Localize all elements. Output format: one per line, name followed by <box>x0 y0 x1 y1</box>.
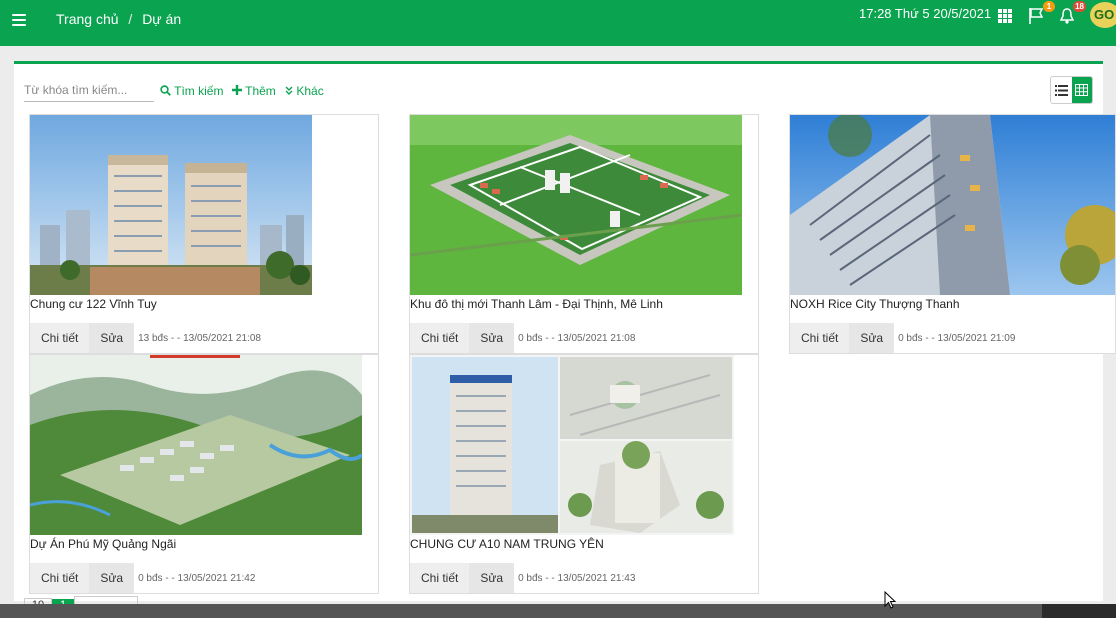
project-image <box>410 115 742 295</box>
project-card[interactable]: CHUNG CƯ A10 NAM TRUNG YÊN Chi tiết Sửa … <box>409 354 759 594</box>
project-image <box>30 355 362 535</box>
project-title[interactable]: CHUNG CƯ A10 NAM TRUNG YÊN <box>410 537 604 551</box>
breadcrumb-current: Dự án <box>142 11 182 27</box>
grid-view-button[interactable] <box>1071 77 1092 103</box>
project-title[interactable]: Khu đô thị mới Thanh Lâm - Đại Thịnh, Mê… <box>410 297 663 311</box>
edit-button[interactable]: Sửa <box>469 563 515 593</box>
taskbar-tray <box>1042 604 1116 618</box>
more-button-label: Khác <box>296 84 324 98</box>
project-card[interactable]: Chung cư 122 Vĩnh Tuy Chi tiết Sửa 13 bđ… <box>29 114 379 354</box>
breadcrumb-separator: / <box>128 11 133 27</box>
project-card[interactable]: NOXH Rice City Thượng Thanh Chi tiết Sửa… <box>789 114 1116 354</box>
pagination: 101 <box>24 596 138 604</box>
detail-button[interactable]: Chi tiết <box>790 323 850 353</box>
project-image <box>30 115 312 295</box>
detail-button[interactable]: Chi tiết <box>410 323 470 353</box>
detail-button[interactable]: Chi tiết <box>30 563 90 593</box>
project-actions: Chi tiết Sửa 0 bđs - - 13/05/2021 21:42 <box>30 563 256 593</box>
add-button[interactable]: Thêm <box>232 84 276 98</box>
project-title[interactable]: NOXH Rice City Thượng Thanh <box>790 297 960 311</box>
edit-button[interactable]: Sửa <box>89 563 135 593</box>
edit-button[interactable]: Sửa <box>849 323 895 353</box>
detail-button[interactable]: Chi tiết <box>410 563 470 593</box>
project-card[interactable]: Dự Án Phú Mỹ Quảng Ngãi Chi tiết Sửa 0 b… <box>29 354 379 594</box>
clock: 17:28 Thứ 5 20/5/2021 <box>859 6 992 21</box>
table-grid-icon <box>1075 84 1089 96</box>
page-next-button[interactable] <box>74 596 138 604</box>
edit-button[interactable]: Sửa <box>469 323 515 353</box>
more-button[interactable]: Khác <box>285 84 324 98</box>
bell-icon[interactable]: 18 <box>1059 1 1086 24</box>
flag-badge: 1 <box>1043 1 1055 12</box>
project-meta: 0 bđs - - 13/05/2021 21:43 <box>518 573 636 584</box>
detail-button[interactable]: Chi tiết <box>30 323 90 353</box>
mouse-pointer-icon <box>884 591 896 609</box>
list-view-button[interactable] <box>1051 77 1072 103</box>
breadcrumb: Trang chủ / Dự án <box>56 11 181 27</box>
list-icon <box>1054 84 1068 96</box>
view-switcher <box>1050 76 1093 104</box>
add-button-label: Thêm <box>245 84 276 98</box>
project-meta: 0 bđs - - 13/05/2021 21:42 <box>138 573 256 584</box>
top-bar: Trang chủ / Dự án 17:28 Thứ 5 20/5/2021 … <box>0 0 1116 46</box>
bell-badge: 18 <box>1073 1 1086 12</box>
project-title[interactable]: Dự Án Phú Mỹ Quảng Ngãi <box>30 537 176 551</box>
project-image <box>790 115 1115 295</box>
project-actions: Chi tiết Sửa 0 bđs - - 13/05/2021 21:08 <box>410 323 636 353</box>
project-actions: Chi tiết Sửa 13 bđs - - 13/05/2021 21:08 <box>30 323 261 353</box>
project-image <box>410 355 734 535</box>
project-card[interactable]: Khu đô thị mới Thanh Lâm - Đại Thịnh, Mê… <box>409 114 759 354</box>
project-meta: 0 bđs - - 13/05/2021 21:09 <box>898 333 1016 344</box>
project-meta: 0 bđs - - 13/05/2021 21:08 <box>518 333 636 344</box>
plus-icon <box>232 85 242 95</box>
project-title[interactable]: Chung cư 122 Vĩnh Tuy <box>30 297 157 311</box>
double-chevron-down-icon <box>285 86 293 95</box>
flag-icon[interactable]: 1 <box>1029 1 1055 24</box>
hamburger-menu-icon[interactable] <box>12 14 26 26</box>
project-actions: Chi tiết Sửa 0 bđs - - 13/05/2021 21:43 <box>410 563 636 593</box>
project-meta: 13 bđs - - 13/05/2021 21:08 <box>138 333 261 344</box>
search-button[interactable]: Tìm kiếm <box>160 84 223 98</box>
edit-button[interactable]: Sửa <box>89 323 135 353</box>
apps-grid-icon[interactable] <box>998 6 1016 24</box>
company-logo: GO <box>1090 2 1116 28</box>
search-button-label: Tìm kiếm <box>174 84 224 98</box>
project-actions: Chi tiết Sửa 0 bđs - - 13/05/2021 21:09 <box>790 323 1016 353</box>
search-icon <box>160 85 171 96</box>
search-input[interactable] <box>24 78 154 102</box>
breadcrumb-home[interactable]: Trang chủ <box>56 11 119 27</box>
system-taskbar <box>0 604 1116 618</box>
